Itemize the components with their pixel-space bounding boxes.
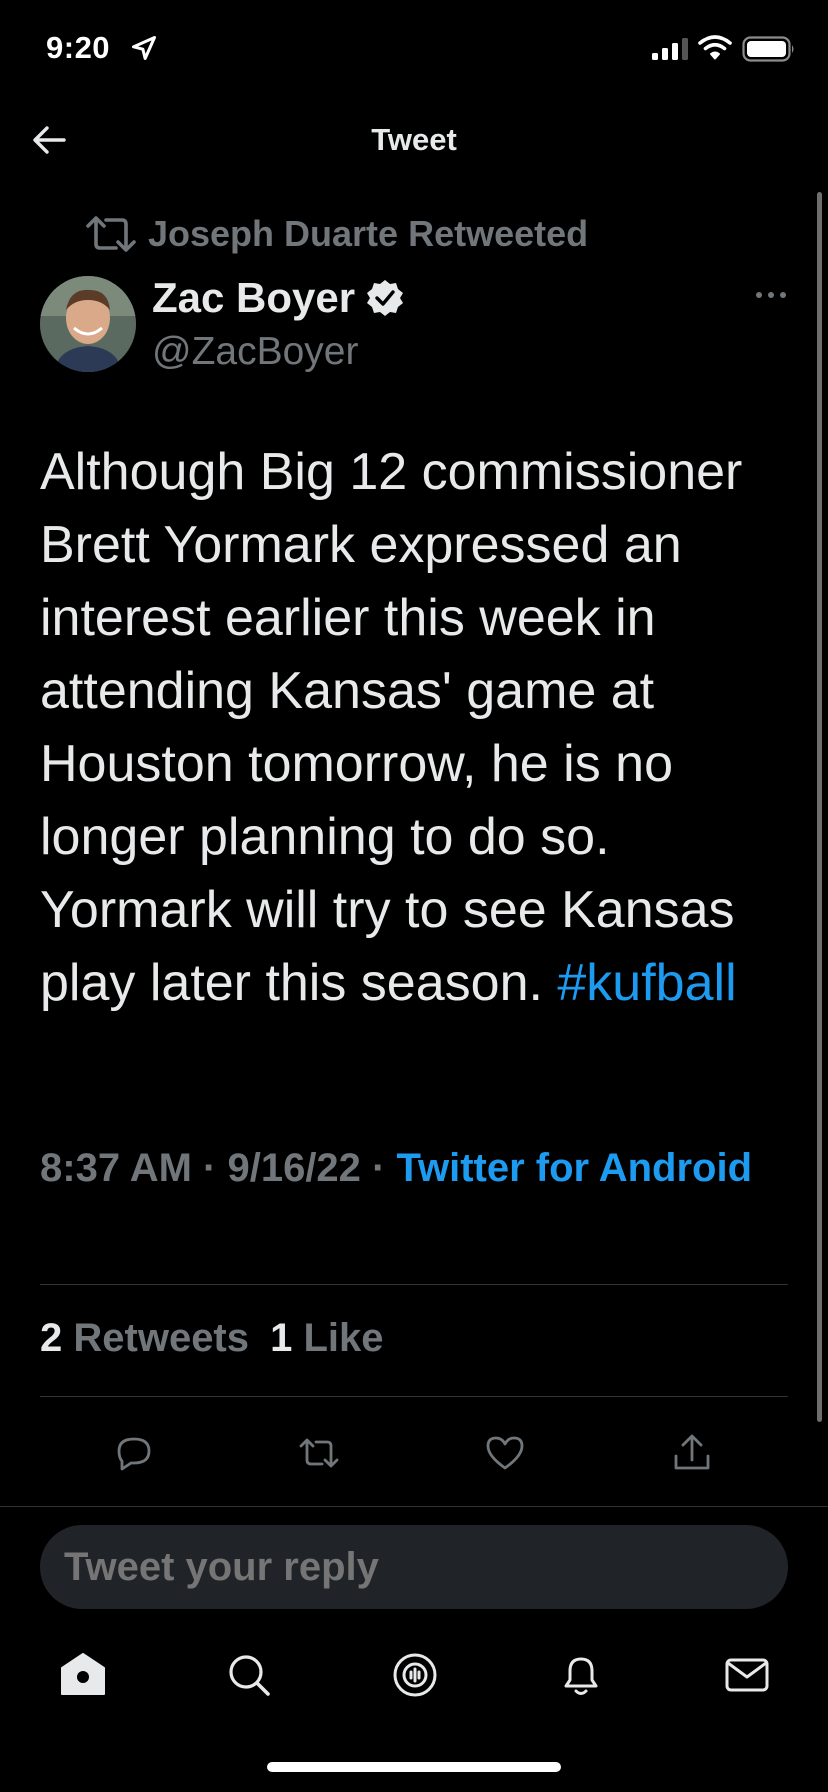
author-name: Zac Boyer <box>152 274 356 321</box>
search-icon[interactable] <box>224 1650 274 1700</box>
messages-envelope-icon[interactable] <box>722 1650 772 1700</box>
reply-input[interactable] <box>64 1545 764 1590</box>
verified-badge-icon <box>367 280 404 316</box>
page-title: Tweet <box>371 122 457 157</box>
likes-count[interactable]: 1 <box>270 1316 292 1360</box>
battery-icon <box>742 36 794 62</box>
status-bar: 9:20 <box>0 0 828 100</box>
divider <box>0 1506 828 1507</box>
home-icon[interactable] <box>58 1650 108 1700</box>
share-icon[interactable] <box>671 1432 713 1474</box>
hashtag-link[interactable]: #kufball <box>557 954 736 1012</box>
notifications-bell-icon[interactable] <box>556 1650 606 1700</box>
tweet-date: 9/16/22 <box>227 1146 361 1190</box>
divider <box>40 1284 788 1285</box>
home-indicator[interactable] <box>267 1762 561 1772</box>
spaces-icon[interactable] <box>390 1650 440 1700</box>
retweeted-by-label: Joseph Duarte Retweeted <box>148 213 589 254</box>
retweets-count[interactable]: 2 <box>40 1316 62 1360</box>
wifi-icon <box>698 35 732 60</box>
engagement-stats: 2 Retweets 1 Like <box>40 1316 384 1361</box>
avatar[interactable] <box>40 276 136 372</box>
bottom-tab-bar <box>0 1640 828 1720</box>
more-options-icon[interactable] <box>755 290 787 300</box>
author-name-row[interactable]: Zac Boyer <box>152 274 405 322</box>
retweet-icon <box>86 216 136 252</box>
reply-icon[interactable] <box>113 1432 155 1474</box>
like-heart-icon[interactable] <box>484 1432 526 1474</box>
meta-separator: · <box>372 1146 397 1190</box>
retweeted-by-row[interactable]: Joseph Duarte Retweeted <box>86 212 588 256</box>
scrollbar[interactable] <box>817 192 822 1422</box>
likes-label[interactable]: Like <box>304 1316 384 1360</box>
status-time: 9:20 <box>46 30 111 65</box>
tweet-actions <box>0 1422 828 1482</box>
tweet-metadata: 8:37 AM · 9/16/22 · Twitter for Android <box>40 1140 780 1196</box>
divider <box>40 1396 788 1397</box>
tweet-text: Although Big 12 commissioner Brett Yorma… <box>40 436 790 1020</box>
location-arrow-icon <box>131 35 157 61</box>
tweet-time: 8:37 AM <box>40 1146 192 1190</box>
tweet-source-link[interactable]: Twitter for Android <box>397 1146 753 1190</box>
author-handle[interactable]: @ZacBoyer <box>152 330 358 374</box>
avatar-image <box>40 276 136 372</box>
retweets-label[interactable]: Retweets <box>73 1316 249 1360</box>
meta-separator: · <box>203 1146 228 1190</box>
top-navigation-bar: Tweet <box>0 100 828 184</box>
tweet-body-text: Although Big 12 commissioner Brett Yorma… <box>40 443 743 1012</box>
cellular-signal-icon <box>652 38 688 60</box>
reply-box[interactable] <box>40 1525 788 1609</box>
retweet-action-icon[interactable] <box>298 1432 340 1474</box>
